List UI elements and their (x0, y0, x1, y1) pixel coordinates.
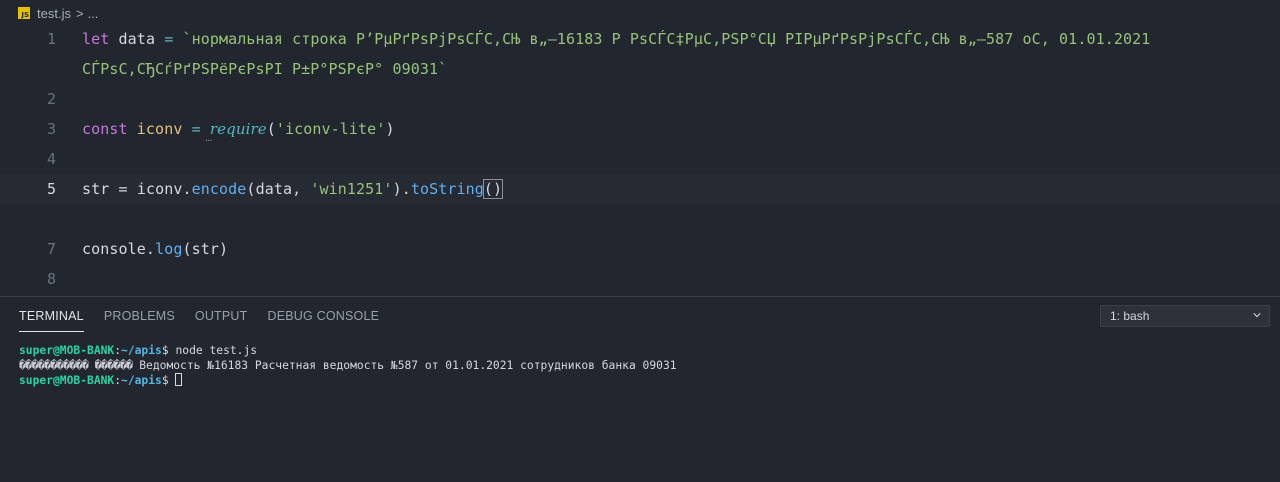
line-number: 4 (46, 150, 56, 168)
chevron-down-icon (1253, 313, 1261, 318)
terminal-colon: : (114, 374, 122, 387)
code-line-5[interactable]: 5 str = iconv.encode(data, 'win1251').to… (0, 174, 1280, 204)
template-string: `нормальная строка Р’РµРґРѕРјРѕСЃС‚СЊ в„… (182, 30, 1151, 48)
terminal-colon: : (114, 344, 122, 357)
tab-terminal[interactable]: TERMINAL (19, 309, 84, 332)
terminal-output[interactable]: super@MOB-BANK:~/apis$ node test.js ����… (19, 343, 677, 388)
matched-bracket: () (482, 179, 504, 199)
terminal-line: super@MOB-BANK:~/apis$ node test.js (19, 344, 257, 357)
terminal-path: ~/apis (121, 344, 162, 357)
identifier: data (118, 30, 156, 48)
paren: ) (392, 180, 402, 198)
terminal-command: node test.js (175, 344, 258, 357)
code-line-7[interactable]: 7 console.log(str) (0, 234, 1280, 264)
code-text: str = iconv.encode(data, 'win1251').toSt… (82, 179, 504, 199)
paren: ( (182, 240, 192, 258)
tab-output[interactable]: OUTPUT (195, 309, 248, 332)
tab-problems[interactable]: PROBLEMS (104, 309, 175, 332)
terminal-cursor (175, 373, 183, 386)
identifier: iconv (136, 120, 183, 138)
tab-debug-console[interactable]: DEBUG CONSOLE (267, 309, 379, 332)
terminal-select[interactable]: 1: bash (1100, 305, 1270, 327)
terminal-garbled-output: ����������� ������ (19, 359, 133, 372)
code-text: СЃРѕС‚СЂСѓРґРЅРёРєРѕРІ Р±Р°РЅРєР° 09031` (82, 60, 447, 78)
line-number: 2 (46, 90, 56, 108)
terminal-line: super@MOB-BANK:~/apis$ (19, 373, 183, 387)
code-editor[interactable]: 1 let data = `нормальная строка Р’РµРґРѕ… (0, 24, 1280, 296)
require-call: require (209, 120, 267, 138)
string-literal: 'iconv-lite' (275, 120, 386, 138)
breadcrumb: JS test.js > ... (0, 0, 1280, 26)
breadcrumb-more[interactable]: ... (88, 6, 99, 21)
bottom-panel: TERMINAL PROBLEMS OUTPUT DEBUG CONSOLE 1… (0, 296, 1280, 482)
code-hint-ellipsis[interactable]: ... (205, 133, 212, 144)
paren: ( (246, 180, 256, 198)
code-line-1[interactable]: 1 let data = `нормальная строка Р’РµРґРѕ… (0, 24, 1280, 54)
line-number: 8 (46, 270, 56, 288)
paren: ( (266, 120, 276, 138)
code-line-4[interactable]: 4 (0, 144, 1280, 174)
code-text: let data = `нормальная строка Р’РµРґРѕРј… (82, 30, 1150, 48)
code-line-1-wrap[interactable]: СЃРѕС‚СЂСѓРґРЅРёРєРѕРІ Р±Р°РЅРєР° 09031` (0, 54, 1280, 84)
terminal-prompt: $ (161, 374, 169, 387)
terminal-output-text: Ведомость №16183 Расчетная ведомость №58… (139, 359, 677, 372)
line-number: 5 (46, 180, 56, 198)
code-line-3[interactable]: 3 const iconv = require('iconv-lite') (0, 114, 1280, 144)
code-text: console.log(str) (82, 240, 228, 258)
terminal-select-value: 1: bash (1110, 309, 1150, 323)
operator: = (191, 120, 201, 138)
breadcrumb-file[interactable]: test.js (37, 6, 71, 21)
paren: ) (219, 240, 229, 258)
identifier: str (191, 240, 220, 258)
code-line-8[interactable]: 8 (0, 264, 1280, 294)
breadcrumb-separator: > (75, 5, 84, 21)
terminal-user-host: super@MOB-BANK (19, 374, 115, 387)
operator: = (118, 180, 128, 198)
string-literal: 'win1251' (310, 180, 393, 198)
dot: . (145, 240, 156, 258)
template-string-wrap: СЃРѕС‚СЂСѓРґРЅРёРєРѕРІ Р±Р°РЅРєР° 09031` (82, 60, 448, 78)
method: toString (410, 180, 484, 198)
identifier: console (82, 240, 146, 258)
code-line-2[interactable]: 2 (0, 84, 1280, 114)
identifier: data (255, 180, 293, 198)
operator: = (164, 30, 174, 48)
identifier: iconv (136, 180, 183, 198)
paren: ) (385, 120, 395, 138)
panel-tabs: TERMINAL PROBLEMS OUTPUT DEBUG CONSOLE (19, 309, 399, 332)
code-text: const iconv = require('iconv-lite') (82, 120, 395, 138)
terminal-user-host: super@MOB-BANK (19, 344, 115, 357)
line-number: 1 (46, 30, 56, 48)
method: encode (191, 180, 247, 198)
comma: , (292, 180, 302, 198)
terminal-path: ~/apis (121, 374, 162, 387)
dot: . (182, 180, 192, 198)
identifier: str (82, 180, 110, 198)
dot: . (401, 180, 411, 198)
terminal-line: ����������� ������ Ведомость №16183 Расч… (19, 359, 677, 372)
javascript-file-icon: JS (18, 7, 30, 19)
keyword: let (82, 30, 110, 48)
terminal-prompt: $ (161, 344, 169, 357)
method: log (155, 240, 183, 258)
keyword: const (82, 120, 128, 138)
line-number: 7 (46, 240, 56, 258)
line-number: 3 (46, 120, 56, 138)
